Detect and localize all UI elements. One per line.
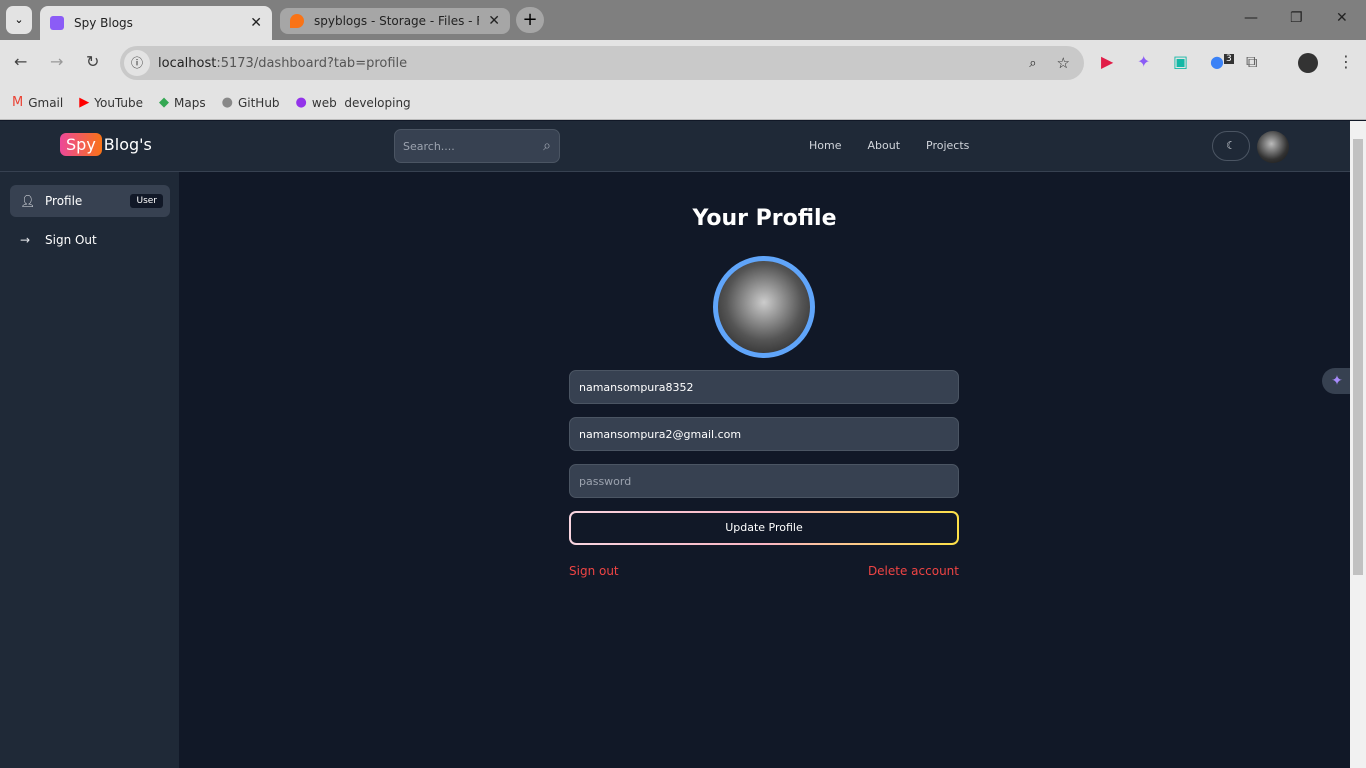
username-field[interactable] [569, 370, 959, 404]
close-window-icon[interactable]: ✕ [1336, 10, 1348, 26]
nav-home[interactable]: Home [809, 139, 841, 152]
tab-spy-blogs[interactable]: Spy Blogs ✕ [40, 6, 272, 40]
tab-firebase[interactable]: spyblogs - Storage - Files - Fireb ✕ [280, 8, 510, 34]
firebase-icon [290, 14, 304, 28]
user-icon: 👤︎ [20, 194, 36, 208]
bookmark-star-icon[interactable]: ☆ [1057, 54, 1070, 72]
reload-icon[interactable]: ↻ [86, 52, 99, 71]
sidebar-item-sign-out[interactable]: → Sign Out [10, 224, 170, 256]
search-icon[interactable]: ⌕ [543, 138, 551, 154]
bookmark-github[interactable]: ● GitHub [222, 95, 280, 110]
profile-panel: Your Profile Update Profile Sign out Del… [179, 172, 1350, 768]
extension-ghost-icon[interactable]: ● 3 [1210, 52, 1234, 71]
scrollbar[interactable] [1350, 121, 1366, 768]
site-info-icon[interactable]: ⓘ [124, 50, 150, 76]
close-tab-icon[interactable]: ✕ [488, 13, 500, 29]
page-title: Your Profile [692, 206, 837, 231]
user-avatar[interactable] [1257, 131, 1289, 163]
gmail-icon: M [12, 95, 24, 110]
password-field[interactable] [569, 464, 959, 498]
close-tab-icon[interactable]: ✕ [250, 15, 262, 31]
new-tab-button[interactable]: + [516, 7, 544, 33]
zoom-icon[interactable]: ⌕ [1029, 56, 1036, 71]
nav-about[interactable]: About [867, 139, 900, 152]
email-field[interactable] [569, 417, 959, 451]
menu-icon[interactable]: ⋮ [1338, 52, 1354, 71]
sparkle-icon[interactable]: ✦ [1322, 368, 1352, 394]
sidebar: 👤︎ Profile User → Sign Out [0, 172, 179, 768]
forward-icon[interactable]: → [50, 52, 63, 71]
extension-shield-icon[interactable]: ▣ [1173, 52, 1188, 71]
gemini-icon[interactable]: ✦ [1137, 52, 1150, 71]
profile-picture[interactable] [713, 256, 815, 358]
maps-icon: ◆ [159, 95, 170, 110]
bookmark-icon: ● [295, 95, 307, 110]
extensions-puzzle-icon[interactable]: ⧉ [1246, 52, 1257, 72]
back-icon[interactable]: ← [14, 52, 27, 71]
browser-toolbar: ← → ↻ ⓘ localhost:5173/dashboard?tab=pro… [0, 40, 1366, 86]
youtube-icon: ▶ [79, 95, 90, 110]
nav-projects[interactable]: Projects [926, 139, 969, 152]
arrow-right-icon: → [20, 233, 31, 247]
tab-search-button[interactable]: ⌄ [6, 6, 32, 34]
update-profile-button[interactable]: Update Profile [569, 511, 959, 545]
delete-account-link[interactable]: Delete account [868, 564, 959, 578]
profile-avatar[interactable] [1298, 53, 1318, 73]
bookmark-web-developing[interactable]: ● web developing [296, 95, 411, 110]
bookmarks-bar: M Gmail ▶ YouTube ◆ Maps ● GitHub ● web devel… [0, 86, 1366, 120]
sign-out-link[interactable]: Sign out [569, 564, 619, 578]
sidebar-item-profile[interactable]: 👤︎ Profile User [10, 185, 170, 217]
restore-icon[interactable]: ❐ [1290, 10, 1303, 26]
role-badge: User [130, 194, 163, 208]
theme-toggle-moon-icon[interactable]: ☾ [1212, 131, 1250, 161]
minimize-icon[interactable]: — [1244, 10, 1258, 26]
search-input[interactable]: Search.... ⌕ [394, 129, 560, 163]
scrollbar-thumb[interactable] [1353, 139, 1363, 575]
github-icon: ● [221, 95, 233, 110]
logo[interactable]: Spy Blog's [60, 133, 152, 156]
favicon-icon [50, 16, 64, 30]
bookmark-maps[interactable]: ◆ Maps [159, 95, 206, 110]
bookmark-youtube[interactable]: ▶ YouTube [79, 95, 143, 110]
browser-tab-strip: ⌄ Spy Blogs ✕ spyblogs - Storage - Files… [0, 0, 1366, 40]
extension-play-icon[interactable]: ▶ [1101, 52, 1113, 71]
site-header: Spy Blog's Search.... ⌕ Home About Project… [0, 121, 1350, 172]
bookmark-gmail[interactable]: M Gmail [12, 95, 63, 110]
address-bar[interactable]: ⓘ localhost:5173/dashboard?tab=profile ⌕… [120, 46, 1084, 80]
